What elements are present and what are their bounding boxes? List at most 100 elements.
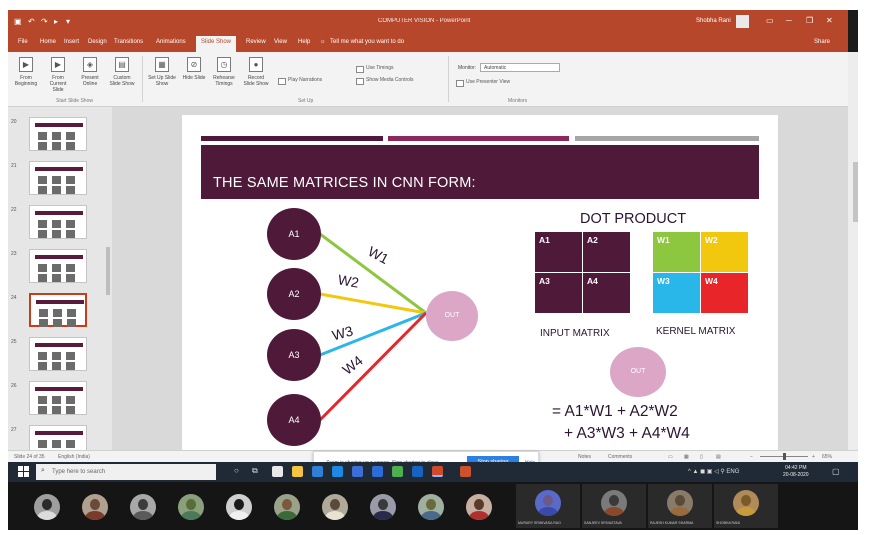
participant-video-tile[interactable]: RAJESH KUMAR SHARMA (648, 484, 712, 528)
tab-transitions[interactable]: Transitions (114, 39, 143, 45)
share-button[interactable]: Share (814, 39, 830, 45)
use-presenter-view-checkbox[interactable]: Use Presenter View (456, 78, 510, 87)
kernel-matrix-cell-w3: W3 (653, 273, 700, 313)
show-media-controls-checkbox[interactable]: Show Media Controls (356, 76, 414, 85)
redo-icon[interactable]: ↷ (41, 17, 48, 26)
ribbon-separator (142, 56, 143, 102)
language-indicator[interactable]: English (India) (58, 454, 90, 460)
normal-view-icon[interactable]: ▭ (668, 454, 673, 460)
participant-video-tile[interactable]: MURARY SRINIVASA RAO (516, 484, 580, 528)
clock-time: 04:42 PM (785, 465, 807, 471)
present-online-button[interactable]: ◈ Present Online (76, 57, 104, 87)
use-timings-checkbox[interactable]: Use Timings (356, 64, 394, 73)
button-label: From Beginning (14, 75, 38, 87)
participant-avatar[interactable] (418, 494, 444, 520)
notes-button[interactable]: Notes (578, 454, 591, 460)
start-show-icon[interactable]: ▸ (54, 17, 58, 26)
record-icon: ● (249, 57, 263, 72)
timer-icon: ◷ (217, 57, 231, 72)
rehearse-timings-button[interactable]: ◷ Rehearse Timings (210, 57, 238, 87)
slide-thumbnail[interactable] (29, 205, 87, 239)
taskbar-clock[interactable]: 04:42 PM 20-08-2020 (783, 465, 809, 479)
slide-thumbnail[interactable] (29, 337, 87, 371)
system-tray-icons[interactable]: ^ ▲ ◼ ▣ ◁ ⚲ ENG (688, 468, 739, 475)
tab-file[interactable]: File (18, 39, 28, 45)
word-icon[interactable] (352, 466, 363, 477)
task-view-icon[interactable]: ⧉ (252, 466, 258, 476)
tell-me-box[interactable]: Tell me what you want to do (330, 39, 404, 45)
undo-icon[interactable]: ↶ (28, 17, 35, 26)
edge-icon[interactable] (312, 466, 323, 477)
thumbnails-scrollbar[interactable] (106, 247, 110, 295)
tab-review[interactable]: Review (246, 39, 266, 45)
hide-slide-button[interactable]: ⊘ Hide Slide (180, 57, 208, 81)
weight-label-w2: W2 (336, 271, 361, 291)
monitor-dropdown[interactable]: Automatic (480, 63, 560, 72)
participant-avatar[interactable] (466, 494, 492, 520)
avatar[interactable] (736, 15, 749, 28)
participant-avatar[interactable] (370, 494, 396, 520)
outlook-icon[interactable] (412, 466, 423, 477)
tab-home[interactable]: Home (40, 39, 56, 45)
taskbar-search-box[interactable]: ⌕ Type here to search (36, 464, 216, 480)
mail-icon[interactable] (332, 466, 343, 477)
zoom-slider-thumb[interactable] (783, 453, 786, 460)
participant-avatar[interactable] (82, 494, 108, 520)
custom-slide-show-button[interactable]: ▤ Custom Slide Show (108, 57, 136, 87)
user-name[interactable]: Shobha Rani (696, 18, 731, 24)
participant-avatar[interactable] (178, 494, 204, 520)
zoom-level[interactable]: 65% (822, 454, 832, 460)
kernel-matrix-cell-w4: W4 (701, 273, 748, 313)
ribbon-display-icon[interactable]: ▭ (766, 16, 774, 25)
tab-view[interactable]: View (274, 39, 287, 45)
slide-thumbnail[interactable] (29, 293, 87, 327)
comments-button[interactable]: Comments (608, 454, 632, 460)
customize-icon[interactable]: ▾ (66, 17, 70, 26)
tab-slide-show[interactable]: Slide Show (196, 36, 237, 52)
video-call-strip: MURARY SRINIVASA RAO SANJEEV SRIVASTAVA RA… (8, 482, 866, 530)
set-up-slide-show-button[interactable]: ▦ Set Up Slide Show (148, 57, 176, 87)
tab-design[interactable]: Design (88, 39, 107, 45)
participant-avatar[interactable] (34, 494, 60, 520)
output-node: OUT (426, 291, 478, 341)
notifications-icon[interactable]: ▢ (832, 467, 840, 476)
participant-avatar[interactable] (226, 494, 252, 520)
file-explorer-icon[interactable] (292, 466, 303, 477)
zoom-icon[interactable] (372, 466, 383, 477)
from-beginning-button[interactable]: ▶ From Beginning (12, 57, 40, 87)
slide-thumbnail[interactable] (29, 117, 87, 151)
slide-thumbnail[interactable] (29, 381, 87, 415)
slide-show-view-icon[interactable]: ▤ (716, 454, 721, 460)
from-current-button[interactable]: ▶ From Current Slide (44, 57, 72, 93)
windows-start-icon[interactable] (18, 466, 29, 477)
participant-avatar[interactable] (130, 494, 156, 520)
tab-insert[interactable]: Insert (64, 39, 79, 45)
cortana-icon[interactable]: ○ (234, 466, 239, 475)
current-slide[interactable]: THE SAME MATRICES IN CNN FORM: A1 A2 A3 … (182, 115, 778, 450)
powerpoint-icon[interactable] (432, 466, 443, 477)
windows-taskbar: ⌕ Type here to search ○ ⧉ ^ ▲ ◼ ▣ ◁ ⚲ ENG… (8, 462, 866, 482)
tab-help[interactable]: Help (298, 39, 310, 45)
slide-thumbnail[interactable] (29, 161, 87, 195)
app-icon[interactable] (460, 466, 471, 477)
zoom-in-icon[interactable]: + (812, 454, 815, 460)
close-icon[interactable]: ✕ (826, 16, 833, 25)
store-icon[interactable] (272, 466, 283, 477)
save-icon[interactable]: ▣ (14, 17, 22, 26)
minimize-icon[interactable]: ─ (786, 16, 792, 25)
restore-icon[interactable]: ❐ (806, 16, 813, 25)
slide-thumbnail[interactable] (29, 249, 87, 283)
reading-view-icon[interactable]: ▯ (700, 454, 703, 460)
kernel-matrix-caption: KERNEL MATRIX (656, 326, 736, 337)
zoom-out-icon[interactable]: − (750, 454, 753, 460)
record-slide-show-button[interactable]: ● Record Slide Show (242, 57, 270, 87)
sorter-view-icon[interactable]: ▦ (684, 454, 689, 460)
participant-avatar[interactable] (274, 494, 300, 520)
weight-line-w2 (319, 292, 427, 315)
tab-animations[interactable]: Animations (156, 39, 186, 45)
participant-video-tile[interactable]: SANJEEV SRIVASTAVA (582, 484, 646, 528)
chrome-icon[interactable] (392, 466, 403, 477)
play-narrations-checkbox[interactable]: Play Narrations (278, 76, 322, 85)
participant-avatar[interactable] (322, 494, 348, 520)
participant-video-tile[interactable]: SHOBHA RANI (714, 484, 778, 528)
